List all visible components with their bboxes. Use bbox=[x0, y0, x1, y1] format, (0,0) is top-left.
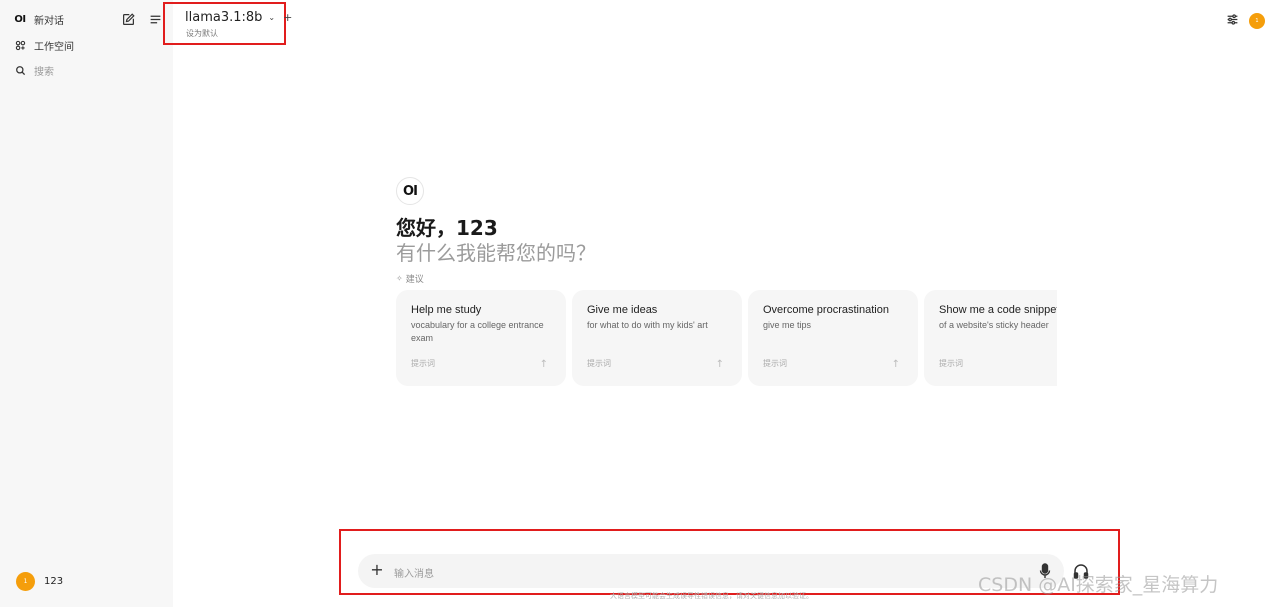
watermark-text: CSDN @AI探索家_星海算力 bbox=[978, 574, 1219, 596]
suggestion-title: Overcome procrastination bbox=[763, 304, 889, 316]
suggestion-title: Help me study bbox=[411, 304, 482, 316]
sidebar-item-workspace[interactable]: 工作空间 bbox=[13, 38, 74, 53]
add-model-icon[interactable]: + bbox=[283, 11, 292, 24]
greeting-subtitle: 有什么我能帮您的吗？ bbox=[396, 241, 596, 265]
suggestion-card[interactable]: Show me a code snippet of a website's st… bbox=[924, 290, 1057, 386]
plus-icon[interactable]: + bbox=[370, 560, 384, 579]
user-menu[interactable]: 1 123 bbox=[16, 572, 63, 591]
header-avatar[interactable]: 1 bbox=[1249, 12, 1265, 29]
suggestion-prompt-label: 提示词 bbox=[939, 359, 963, 368]
sidebar: OI 新对话 工作空间 搜索 1 123 bbox=[0, 0, 173, 607]
suggestion-title: Show me a code snippet bbox=[939, 304, 1057, 316]
suggestion-card[interactable]: Help me study vocabulary for a college e… bbox=[396, 290, 566, 386]
sidebar-item-search[interactable]: 搜索 bbox=[13, 63, 54, 78]
suggestions-heading: ✧ 建议 bbox=[396, 272, 424, 285]
arrow-up-icon: ↑ bbox=[539, 359, 548, 370]
chevron-down-icon[interactable]: ⌄ bbox=[268, 13, 275, 22]
suggestion-prompt-label: 提示词 bbox=[587, 359, 611, 368]
suggestion-title: Give me ideas bbox=[587, 304, 658, 316]
suggestion-card[interactable]: Overcome procrastination give me tips 提示… bbox=[748, 290, 918, 386]
arrow-up-icon: ↑ bbox=[715, 359, 724, 370]
suggestion-subtitle: vocabulary for a college entrance exam bbox=[411, 320, 544, 343]
compose-icon[interactable] bbox=[121, 12, 135, 26]
sparkle-icon: ✧ bbox=[396, 274, 403, 283]
settings-sliders-icon[interactable] bbox=[1226, 11, 1239, 30]
suggestion-cards: Help me study vocabulary for a college e… bbox=[396, 290, 1057, 387]
new-chat-item[interactable]: OI 新对话 bbox=[13, 12, 64, 27]
app-root: OI 新对话 工作空间 搜索 1 123 llama3.1:8b ⌄ + 设为默… bbox=[0, 0, 1280, 607]
disclaimer-text: 大语言模型可能会生成误导性错误信息，请对关键信息加以验证。 bbox=[610, 592, 813, 600]
suggestion-prompt-label: 提示词 bbox=[763, 359, 787, 368]
model-name: llama3.1:8b bbox=[185, 10, 263, 25]
new-chat-label: 新对话 bbox=[34, 16, 64, 27]
suggestions-label: 建议 bbox=[405, 275, 424, 285]
suggestion-prompt-label: 提示词 bbox=[411, 359, 435, 368]
search-icon bbox=[13, 64, 27, 78]
sidebar-toggle-icon[interactable] bbox=[148, 12, 162, 26]
suggestion-subtitle: of a website's sticky header bbox=[939, 320, 1049, 330]
set-default-link[interactable]: 设为默认 bbox=[186, 28, 218, 39]
openwebui-logo: OI bbox=[14, 14, 26, 25]
message-input[interactable]: 输入消息 bbox=[394, 565, 434, 580]
suggestion-card[interactable]: Give me ideas for what to do with my kid… bbox=[572, 290, 742, 386]
header-actions: 1 bbox=[1226, 11, 1265, 30]
model-selector[interactable]: llama3.1:8b ⌄ + bbox=[185, 10, 292, 25]
message-input-container[interactable] bbox=[358, 554, 1064, 588]
sidebar-tools bbox=[121, 12, 162, 26]
workspace-label: 工作空间 bbox=[34, 42, 74, 53]
avatar: 1 bbox=[16, 572, 35, 591]
suggestion-subtitle: give me tips bbox=[763, 320, 812, 330]
model-logo: OI bbox=[396, 177, 424, 205]
user-name: 123 bbox=[44, 576, 64, 587]
arrow-up-icon: ↑ bbox=[891, 359, 900, 370]
workspace-icon bbox=[13, 39, 27, 53]
search-label: 搜索 bbox=[34, 67, 54, 78]
suggestion-subtitle: for what to do with my kids' art bbox=[587, 320, 708, 330]
